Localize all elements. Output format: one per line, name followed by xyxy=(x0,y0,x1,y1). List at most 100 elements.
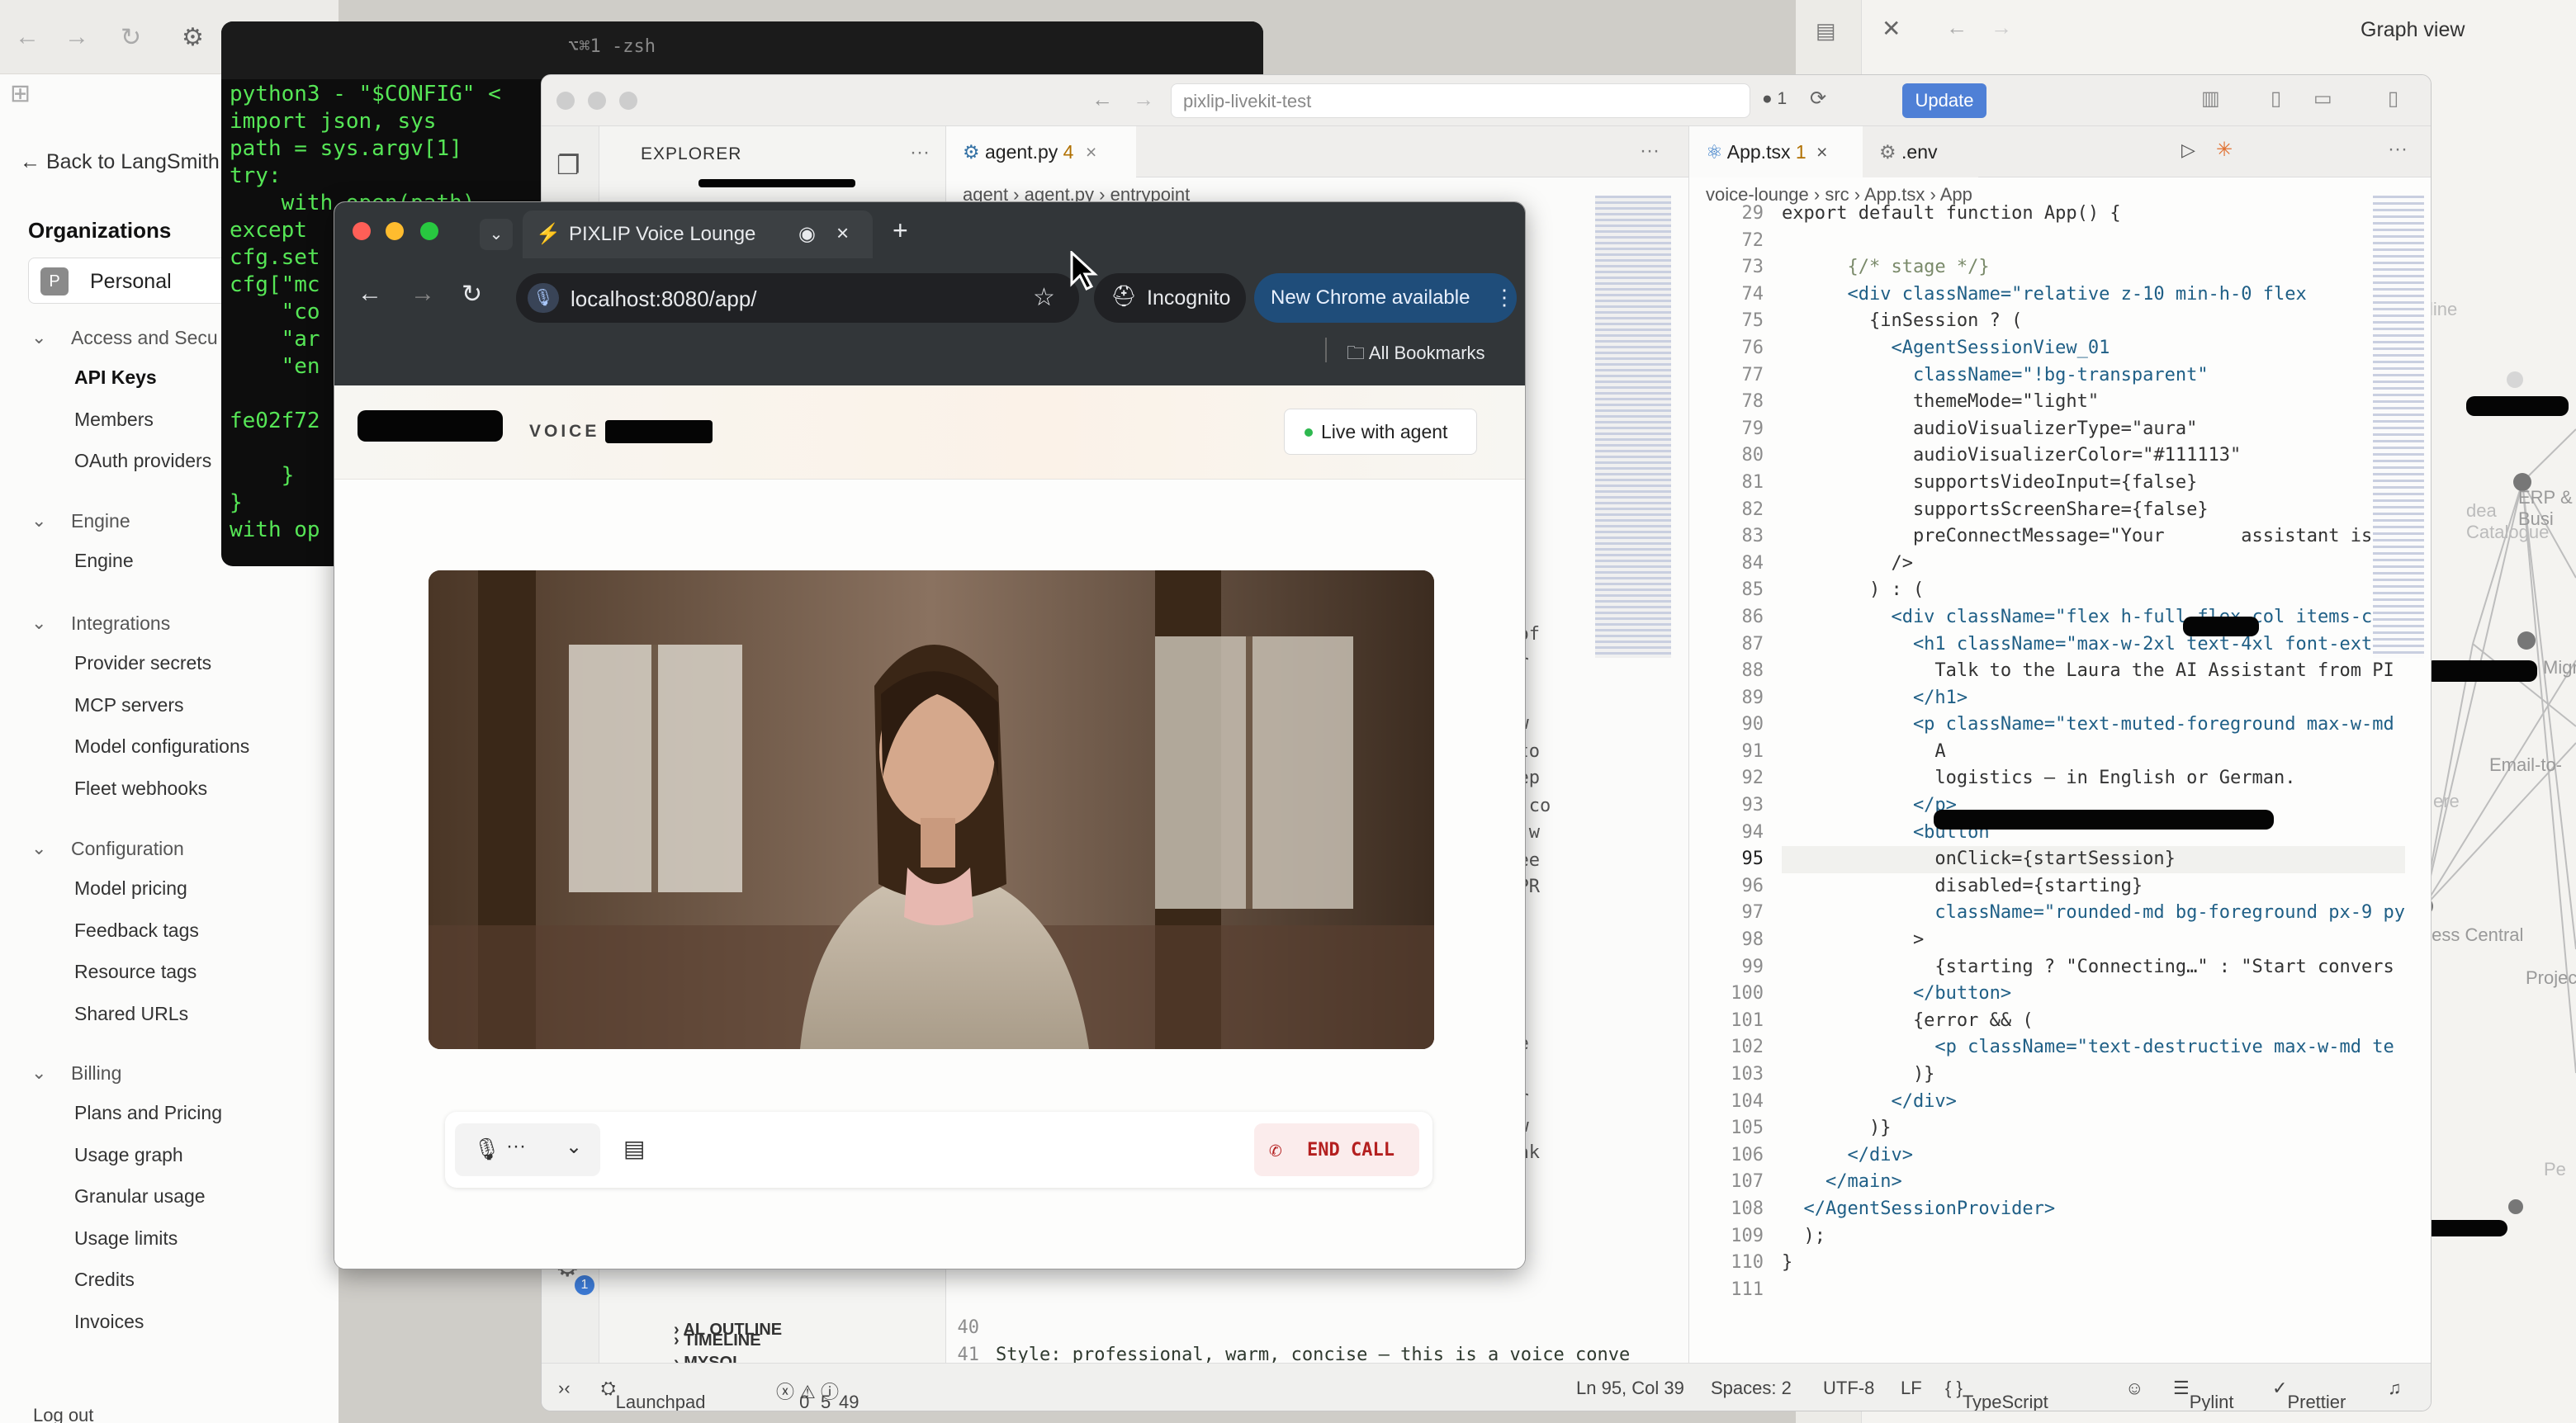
nav-item[interactable]: Resource tags xyxy=(74,961,197,983)
menu-dots-icon[interactable]: ⋮ xyxy=(1494,285,1515,310)
window-close-button[interactable] xyxy=(556,92,575,110)
window-minimize-button[interactable] xyxy=(386,222,404,240)
forward-arrow-icon[interactable]: → xyxy=(64,23,89,51)
cursor-position[interactable]: Ln 95, Col 39 xyxy=(1576,1378,1684,1399)
code-line[interactable]: themeMode="light" xyxy=(1782,389,2405,416)
code-line[interactable]: ); xyxy=(1782,1223,2405,1250)
code-line[interactable]: {/* stage */} xyxy=(1782,254,2405,281)
code-line[interactable]: /> xyxy=(1782,551,2405,578)
reload-icon[interactable]: ↻ xyxy=(121,23,141,52)
nav-item[interactable]: Engine xyxy=(74,550,134,572)
code-line[interactable]: preConnectMessage="Your assistant is xyxy=(1782,523,2405,551)
window-zoom-button[interactable] xyxy=(420,222,438,240)
code-line[interactable]: </h1> xyxy=(1782,685,2405,712)
code-line[interactable]: </main> xyxy=(1782,1169,2405,1196)
microphone-toggle[interactable]: 🎙 ··· ⌄ xyxy=(455,1123,600,1176)
nav-item[interactable]: Credits xyxy=(74,1269,135,1291)
close-icon[interactable]: × xyxy=(1086,141,1096,163)
site-info-icon[interactable]: 🎙 xyxy=(528,283,559,313)
nav-item[interactable]: Plans and Pricing xyxy=(74,1102,222,1124)
nav-item[interactable]: Invoices xyxy=(74,1311,144,1333)
notifications-icon[interactable]: ♫ xyxy=(2388,1378,2402,1399)
window-minimize-button[interactable] xyxy=(588,92,606,110)
close-icon[interactable]: × xyxy=(1816,141,1827,163)
minimap[interactable] xyxy=(1595,196,1671,658)
code-line[interactable]: <div className="relative z-10 min-h-0 fl… xyxy=(1782,281,2405,309)
command-center-search[interactable]: pixlip-livekit-test xyxy=(1171,83,1750,118)
new-chrome-available-button[interactable]: New Chrome available ⋮ xyxy=(1254,273,1517,323)
code-line[interactable]: disabled={starting} xyxy=(1782,873,2405,901)
logout-link[interactable]: Log out xyxy=(33,1405,93,1423)
nav-item[interactable]: OAuth providers xyxy=(74,450,211,472)
nav-section-header[interactable]: ⌄ Integrations xyxy=(31,612,170,635)
code-line[interactable] xyxy=(1782,1277,2405,1304)
eol-status[interactable]: LF xyxy=(1901,1378,1922,1399)
copilot-status-icon[interactable]: ☺ xyxy=(2125,1378,2143,1399)
code-line[interactable]: )} xyxy=(1782,1115,2405,1142)
panel-toggle-icon[interactable]: ▭ xyxy=(2313,87,2332,111)
code-line[interactable]: audioVisualizerColor="#111113" xyxy=(1782,442,2405,470)
apps-grid-icon[interactable]: ⊞ xyxy=(10,79,31,108)
code-line[interactable]: <AgentSessionView_01 xyxy=(1782,335,2405,362)
more-actions-icon[interactable]: ··· xyxy=(910,141,930,164)
secondary-sidebar-icon[interactable]: ▯ xyxy=(2388,87,2398,111)
code-line[interactable]: onClick={startSession} xyxy=(1782,846,2405,873)
tab-agent-py[interactable]: ⚙ agent.py 4 × xyxy=(946,126,1136,177)
problems-indicator[interactable]: ● 1 xyxy=(1762,89,1787,109)
all-bookmarks-button[interactable]: 🗀 All Bookmarks xyxy=(1347,339,1485,371)
code-line[interactable]: A xyxy=(1782,739,2405,766)
language-status[interactable]: { } TypeScript JSX xyxy=(1945,1378,2048,1411)
code-line[interactable]: 40 xyxy=(946,1315,1689,1342)
forward-arrow-icon[interactable]: → xyxy=(1133,87,1154,112)
code-line[interactable] xyxy=(1782,228,2405,255)
nav-section-header[interactable]: ⌄ Engine xyxy=(31,510,130,532)
nav-item[interactable]: API Keys xyxy=(74,366,157,389)
code-line[interactable]: logistics — in English or German. xyxy=(1782,765,2405,792)
nav-item[interactable]: Feedback tags xyxy=(74,920,199,942)
editor-code-right[interactable]: export default function App() { {/* stag… xyxy=(1782,201,2405,1303)
reload-icon[interactable]: ↻ xyxy=(462,280,482,309)
code-line[interactable]: > xyxy=(1782,927,2405,954)
code-line[interactable]: supportsScreenShare={false} xyxy=(1782,497,2405,524)
code-line[interactable]: {starting ? "Connecting…" : "Start conve… xyxy=(1782,954,2405,981)
code-line[interactable]: <h1 className="max-w-2xl text-4xl font-e… xyxy=(1782,631,2405,659)
nav-item[interactable]: Usage graph xyxy=(74,1144,183,1166)
nav-item[interactable]: Shared URLs xyxy=(74,1003,188,1025)
back-arrow-icon[interactable]: ← xyxy=(358,280,382,308)
incognito-indicator[interactable]: ⛑ Incognito xyxy=(1094,273,1246,323)
tab-app-tsx[interactable]: ⚛ App.tsx 1 × xyxy=(1689,126,1863,177)
bookmark-star-icon[interactable]: ☆ xyxy=(1033,283,1055,312)
code-line[interactable]: supportsVideoInput={false} xyxy=(1782,470,2405,497)
tab-search-icon[interactable]: ⌄ xyxy=(480,219,513,250)
linter-status[interactable]: ☰ Pylint xyxy=(2173,1378,2234,1411)
code-line[interactable]: className="rounded-md bg-foreground px-9… xyxy=(1782,900,2405,927)
nav-item[interactable]: MCP servers xyxy=(74,694,184,716)
back-arrow-icon[interactable]: ← xyxy=(15,23,40,51)
code-line[interactable]: ) : ( xyxy=(1782,577,2405,604)
close-icon[interactable]: × xyxy=(836,220,849,246)
copilot-icon[interactable]: ⟳ xyxy=(1810,87,1826,111)
tab-env[interactable]: ⚙ .env xyxy=(1863,126,1978,177)
nav-item[interactable]: Fleet webhooks xyxy=(74,778,207,800)
more-actions-icon[interactable]: ··· xyxy=(2388,138,2408,161)
nav-item[interactable]: Usage limits xyxy=(74,1227,178,1250)
chevron-down-icon[interactable]: ⌄ xyxy=(566,1135,582,1159)
debug-icon[interactable]: ✳ xyxy=(2216,138,2233,162)
window-zoom-button[interactable] xyxy=(619,92,637,110)
explorer-section-al-outline[interactable]: › AL OUTLINE xyxy=(674,1321,782,1340)
address-bar[interactable]: 🎙 localhost:8080/app/ ☆ xyxy=(516,273,1079,323)
window-close-button[interactable] xyxy=(353,222,371,240)
code-line[interactable]: <p className="text-muted-foreground max-… xyxy=(1782,712,2405,739)
nav-section-header[interactable]: ⌄ Access and Secu xyxy=(31,327,218,349)
code-line[interactable]: {inSession ? ( xyxy=(1782,308,2405,335)
forward-arrow-icon[interactable]: → xyxy=(410,280,435,308)
code-line[interactable]: </div> xyxy=(1782,1142,2405,1170)
run-icon[interactable]: ▷ xyxy=(2181,139,2195,161)
indentation-status[interactable]: Spaces: 2 xyxy=(1711,1378,1792,1399)
code-line[interactable]: Talk to the Laura the AI Assistant from … xyxy=(1782,658,2405,685)
code-line[interactable]: } xyxy=(1782,1250,2405,1277)
code-line[interactable]: </AgentSessionProvider> xyxy=(1782,1196,2405,1223)
back-arrow-icon[interactable]: ← xyxy=(1091,87,1113,112)
code-line[interactable]: className="!bg-transparent" xyxy=(1782,362,2405,390)
layout-icon[interactable]: ▥ xyxy=(2201,87,2220,111)
